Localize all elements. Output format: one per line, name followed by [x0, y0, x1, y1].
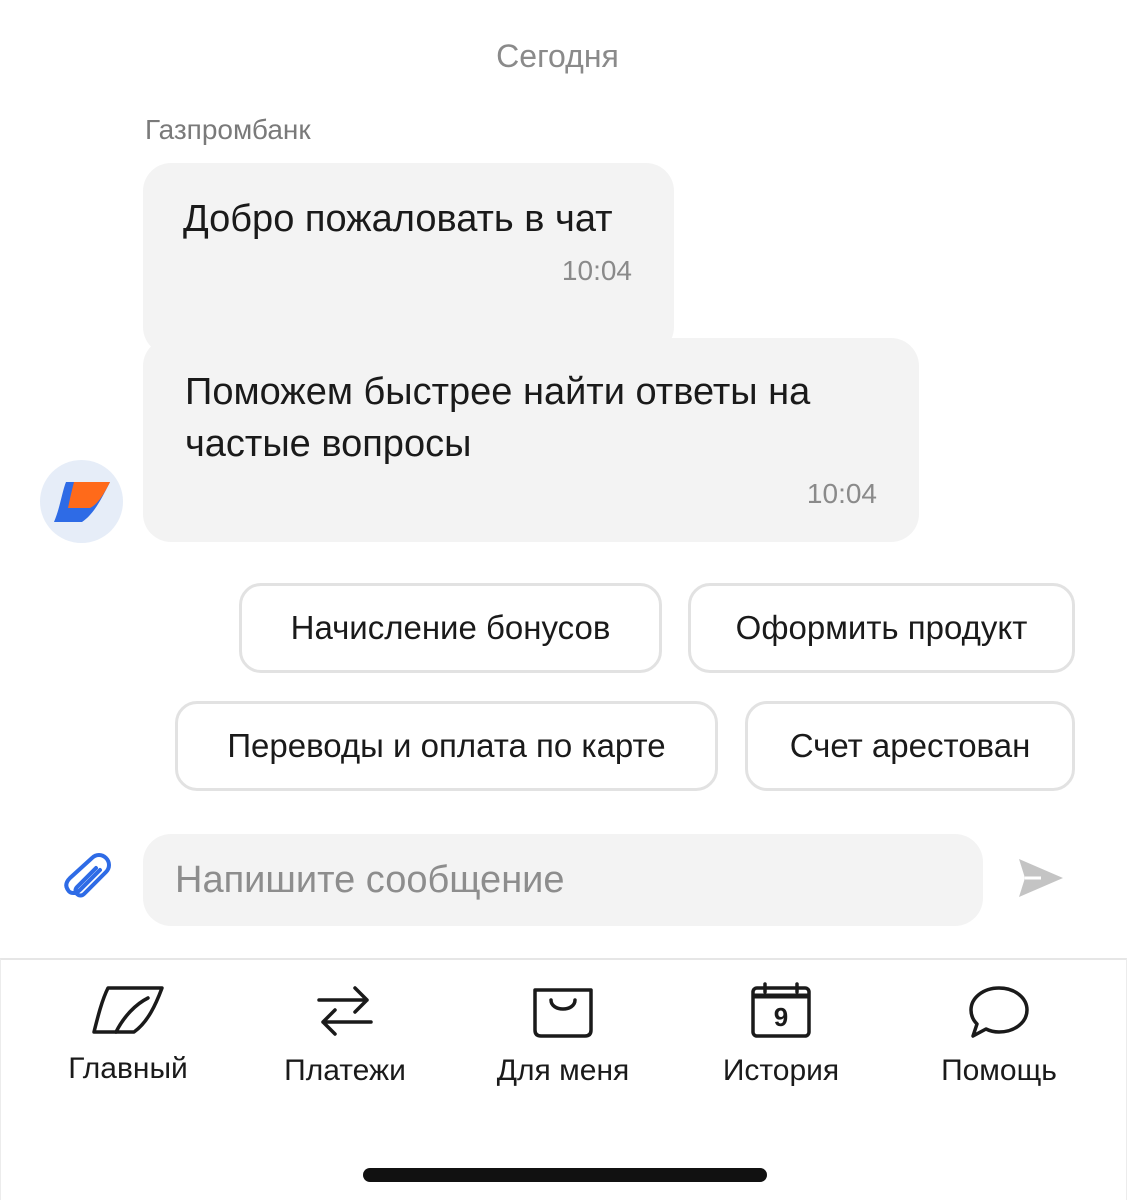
tab-history[interactable]: 9 История	[681, 982, 881, 1088]
tab-label: История	[722, 1054, 840, 1087]
leaf-logo-icon	[92, 986, 164, 1034]
message-time: 10:04	[561, 255, 632, 286]
message-input[interactable]	[143, 834, 983, 926]
tab-label: Для меня	[496, 1054, 630, 1087]
transfer-arrows-icon	[317, 986, 373, 1036]
sender-name: Газпромбанк	[145, 114, 311, 145]
quick-reply-account-arrested[interactable]: Счет арестован	[745, 701, 1075, 791]
tab-main[interactable]: Главный	[28, 982, 228, 1086]
paperclip-icon[interactable]	[60, 852, 116, 908]
message-text: Поможем быстрее найти ответы на частые в…	[185, 371, 811, 465]
calendar-badge: 9	[774, 1002, 788, 1032]
tab-label: Главный	[68, 1052, 188, 1085]
chat-bubble-icon	[969, 986, 1029, 1038]
quick-reply-apply-product[interactable]: Оформить продукт	[688, 583, 1075, 673]
bank-avatar	[40, 460, 123, 543]
bank-logo-icon	[54, 482, 110, 522]
tab-payments[interactable]: Платежи	[245, 982, 445, 1088]
shopping-bag-icon	[533, 988, 593, 1038]
tab-label: Помощь	[941, 1054, 1057, 1087]
quick-reply-bonuses[interactable]: Начисление бонусов	[239, 583, 662, 673]
send-icon[interactable]	[1015, 855, 1065, 901]
message-time: 10:04	[806, 478, 877, 509]
tab-label: Платежи	[284, 1054, 406, 1087]
date-separator: Сегодня	[496, 38, 619, 74]
quick-reply-transfers[interactable]: Переводы и оплата по карте	[175, 701, 718, 791]
home-indicator	[363, 1168, 767, 1182]
tab-for-me[interactable]: Для меня	[463, 982, 663, 1088]
message-bubble: Поможем быстрее найти ответы на частые в…	[143, 338, 919, 542]
message-bubble: Добро пожаловать в чат 10:04	[143, 163, 674, 355]
message-text: Добро пожаловать в чат	[183, 198, 613, 240]
calendar-icon: 9	[751, 982, 811, 1038]
tab-help[interactable]: Помощь	[899, 982, 1099, 1088]
bottom-tab-bar: Главный Платежи Для меня 9 История Помощ…	[0, 958, 1127, 1200]
